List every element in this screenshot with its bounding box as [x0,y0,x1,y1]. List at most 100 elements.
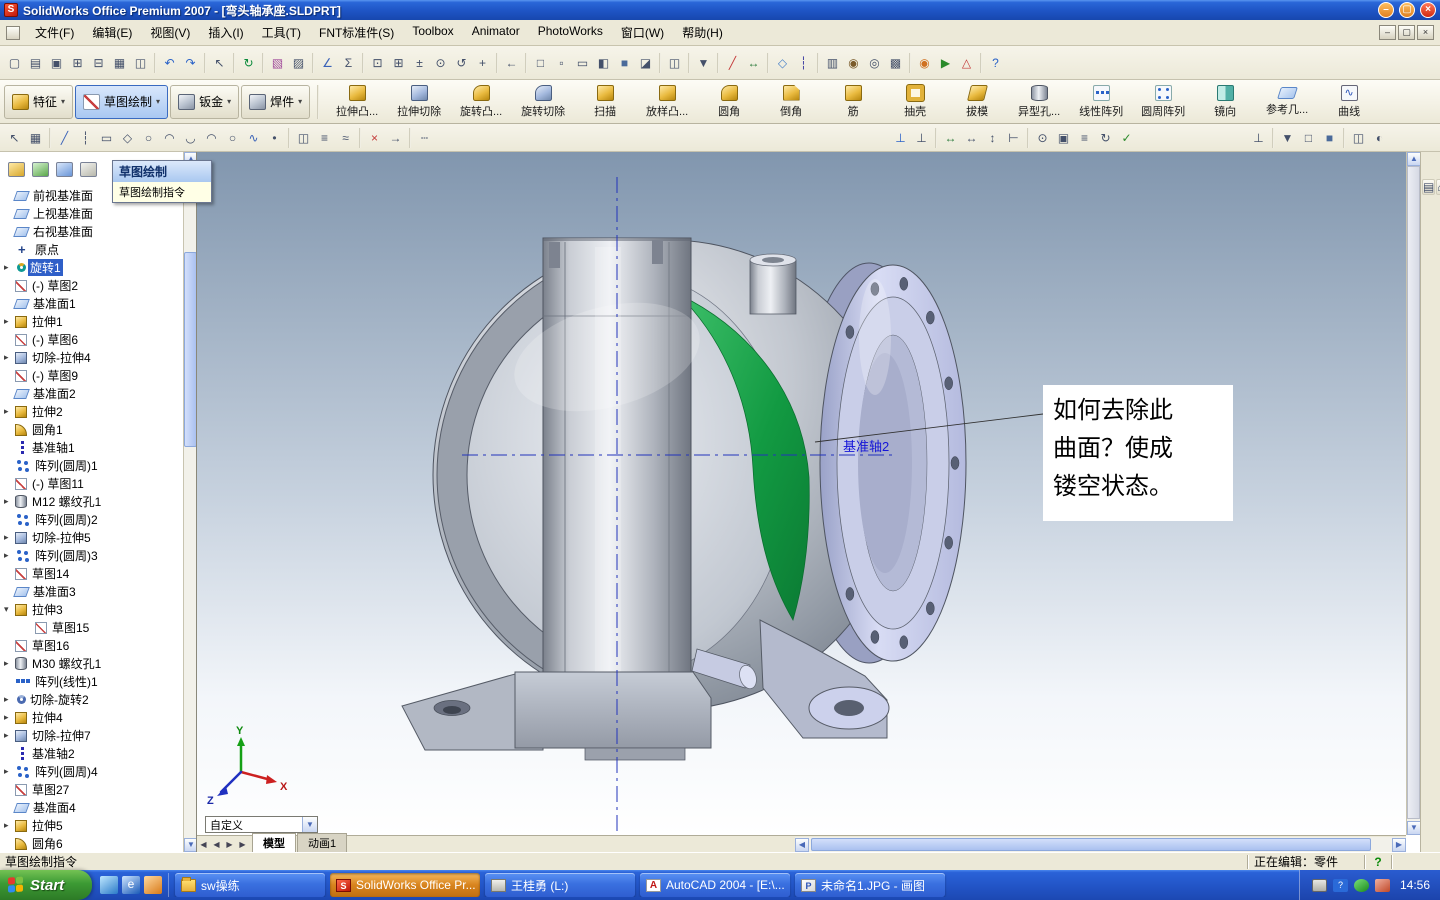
shaded-with-edges-icon[interactable]: ◧ [593,52,614,73]
photoworks-render-icon[interactable]: ◉ [914,52,935,73]
quick-snaps-icon[interactable]: ⊙ [1032,127,1053,148]
scrollbar-thumb[interactable] [811,837,1371,851]
tree-item[interactable]: 右视基准面 [0,222,183,240]
tree-item[interactable]: 草图14 [0,564,183,582]
sketch-tools-icon[interactable]: ≡ [1074,127,1095,148]
cmd-tool-筋[interactable]: 筋 [822,82,884,122]
menu-item[interactable]: Animator [463,20,529,45]
close-sketch-icon[interactable]: ✓ [1116,127,1137,148]
taskbar-task[interactable]: A AutoCAD 2004 - [E:\... [640,873,790,897]
expand-arrow-icon[interactable]: ▸ [4,406,15,417]
tree-item[interactable]: 草图15 [0,618,183,636]
horizontal-dimension-icon[interactable]: ↔ [961,127,982,148]
tree-item[interactable]: (-) 草图9 [0,366,183,384]
cmd-tool-放样凸...[interactable]: 放样凸... [636,82,698,122]
tree-item[interactable]: (-) 草图6 [0,330,183,348]
expand-arrow-icon[interactable]: ▸ [4,766,15,777]
expand-arrow-icon[interactable]: ▸ [4,730,15,741]
tree-item[interactable]: 基准面4 [0,798,183,816]
reference-plane-icon[interactable]: ◇ [772,52,793,73]
tree-item-label[interactable]: 原点 [33,241,61,258]
tree-item[interactable]: 基准轴1 [0,438,183,456]
three-point-arc-icon[interactable]: ◠ [201,127,222,148]
restore-button[interactable]: ▢ [1399,2,1415,18]
tree-item-label[interactable]: 阵列(圆周)3 [33,547,100,564]
ellipse-icon[interactable]: ○ [222,127,243,148]
tree-item[interactable]: ▸ 拉伸4 [0,708,183,726]
tree-item[interactable]: ▾ 拉伸3 [0,600,183,618]
tree-item-label[interactable]: 拉伸3 [30,601,65,618]
tree-item-label[interactable]: M12 螺纹孔1 [30,493,103,510]
next-tab-icon[interactable]: ▶ [223,840,236,849]
menu-item[interactable]: PhotoWorks [529,20,612,45]
hidden-lines-removed-icon[interactable]: ▭ [572,52,593,73]
viewport-vertical-scrollbar[interactable]: ▲ ▼ [1406,152,1421,835]
tree-item-label[interactable]: 基准面2 [31,385,78,402]
file-explorer-icon[interactable]: ▤ [1422,179,1436,195]
section-properties-icon[interactable]: Σ [338,52,359,73]
expand-arrow-icon[interactable]: ▸ [4,316,15,327]
tree-item[interactable]: 圆角1 [0,420,183,438]
viewport-horizontal-scrollbar[interactable]: ◀ ▶ [795,837,1406,852]
hidden-lines-visible-icon[interactable]: ▫ [551,52,572,73]
toolbox-beam-icon[interactable]: ▥ [822,52,843,73]
tree-item[interactable]: 草图16 [0,636,183,654]
pen-input-icon[interactable]: ? [1332,878,1348,892]
expand-arrow-icon[interactable]: ▸ [4,262,15,273]
tree-item-label[interactable]: 拉伸1 [30,313,65,330]
menu-item[interactable]: FNT标准件(S) [310,20,403,45]
menu-item[interactable]: Toolbox [403,20,462,45]
tree-item-label[interactable]: 基准面3 [31,583,78,600]
zoom-selection-icon[interactable]: ⊙ [430,52,451,73]
ordinate-dimension-icon[interactable]: ⊢ [1003,127,1024,148]
flange-bore-depth[interactable] [858,353,912,573]
trim-entities-icon[interactable]: × [364,127,385,148]
featuremanager-tab-icon[interactable] [8,161,25,177]
make-assembly-icon[interactable]: ⊟ [88,52,109,73]
taskbar-task[interactable]: S SolidWorks Office Pr... [330,873,480,897]
tree-item-label[interactable]: (-) 草图6 [30,331,80,348]
mdi-restore-button[interactable]: ▢ [1398,25,1415,40]
first-tab-icon[interactable]: ◀ [197,840,210,849]
cmd-tool-扫描[interactable]: 扫描 [574,82,636,122]
cmd-tool-倒角[interactable]: 倒角 [760,82,822,122]
tree-item[interactable]: (-) 草图2 [0,276,183,294]
sketch-picture-icon[interactable]: ▣ [1053,127,1074,148]
point-icon[interactable]: • [264,127,285,148]
model-viewport[interactable]: 基准轴2 Y X Z 如何去除此 曲面？使成 镂空状态。 自定义 ▼ [197,152,1406,835]
home-icon[interactable]: ⌂ [1436,179,1440,195]
menu-item[interactable]: 视图(V) [141,20,199,45]
expand-arrow-icon[interactable]: ▸ [4,694,15,705]
standard-views-icon[interactable]: ▼ [1277,127,1298,148]
select-icon[interactable]: ↖ [4,127,25,148]
tree-item[interactable]: ▸ 切除-拉伸7 [0,726,183,744]
expand-arrow-icon[interactable]: ▸ [4,532,15,543]
dropdown-arrow-icon[interactable]: ▾ [298,97,302,106]
tree-item-label[interactable]: 圆角1 [30,421,65,438]
document-icon[interactable] [6,25,20,40]
scrollbar-track[interactable] [809,837,1392,852]
cmd-tool-拉伸切除[interactable]: 拉伸切除 [388,82,450,122]
toolbox-groove-icon[interactable]: ▩ [885,52,906,73]
make-drawing-icon[interactable]: ⊞ [67,52,88,73]
measure-icon[interactable]: ∠ [317,52,338,73]
line-icon[interactable]: ╱ [54,127,75,148]
tree-item-label[interactable]: 基准面4 [31,799,78,816]
pan-icon[interactable]: + [472,52,493,73]
top-boss[interactable] [749,253,797,315]
cmd-tool-旋转切除[interactable]: 旋转切除 [512,82,574,122]
shaded-icon[interactable]: ■ [1319,127,1340,148]
cmd-tab-焊件[interactable]: 焊件 ▾ [241,84,311,119]
redo-icon[interactable]: ↷ [180,52,201,73]
centerline-icon[interactable]: ┆ [75,127,96,148]
cmd-tool-抽壳[interactable]: 抽壳 [884,82,946,122]
axis-label[interactable]: 基准轴2 [843,439,889,454]
tree-item-label[interactable]: 切除-旋转2 [28,691,91,708]
tree-item[interactable]: 原点 [0,240,183,258]
scroll-left-icon[interactable]: ◀ [795,837,809,852]
tree-item[interactable]: 基准面1 [0,294,183,312]
circle-icon[interactable]: ○ [138,127,159,148]
previous-view-icon[interactable]: ← [501,52,522,73]
toolbox-cam-icon[interactable]: ◎ [864,52,885,73]
displaymanager-tab-icon[interactable] [80,161,97,177]
